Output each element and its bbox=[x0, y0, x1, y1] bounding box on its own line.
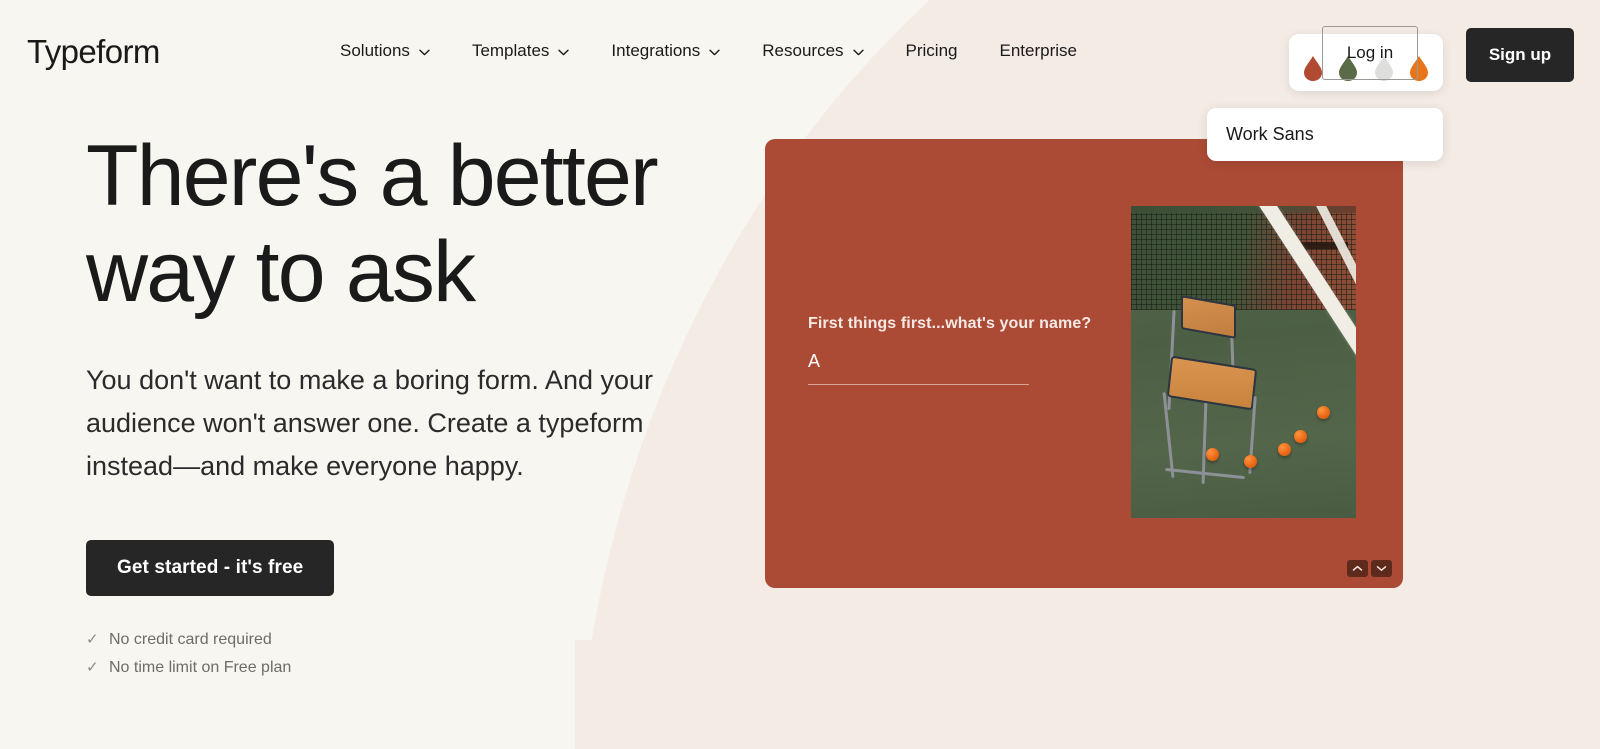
signup-button[interactable]: Sign up bbox=[1466, 28, 1574, 82]
page-root: Typeform Solutions Templates Integration… bbox=[0, 0, 1600, 749]
font-name-label: Work Sans bbox=[1226, 124, 1314, 144]
chevron-down-icon bbox=[709, 49, 720, 56]
preview-nav-down-button[interactable] bbox=[1371, 560, 1392, 577]
tennis-ball bbox=[1278, 443, 1291, 456]
get-started-button[interactable]: Get started - it's free bbox=[86, 540, 335, 596]
top-navigation-bar: Typeform Solutions Templates Integration… bbox=[0, 0, 1600, 161]
preview-navigation-controls bbox=[1347, 560, 1392, 577]
tennis-court-photo bbox=[1131, 206, 1356, 518]
nav-item-label: Resources bbox=[762, 41, 844, 60]
check-icon: ✓ bbox=[86, 659, 99, 676]
nav-item-label: Solutions bbox=[340, 41, 410, 60]
list-item: ✓ No credit card required bbox=[86, 626, 726, 654]
color-droplet-rust-icon[interactable] bbox=[1302, 54, 1324, 82]
nav-item-label: Integrations bbox=[611, 41, 701, 60]
preview-answer-underline bbox=[808, 384, 1029, 385]
preview-answer-value: A bbox=[808, 351, 821, 371]
list-item: ✓ No time limit on Free plan bbox=[86, 654, 726, 682]
hero-headline: There's a better way to ask bbox=[86, 128, 659, 320]
chevron-up-icon bbox=[1352, 565, 1363, 572]
perks-list: ✓ No credit card required ✓ No time limi… bbox=[86, 626, 726, 682]
chair-seat bbox=[1166, 355, 1258, 411]
nav-item-integrations[interactable]: Integrations bbox=[590, 41, 741, 61]
hero-subheadline: You don't want to make a boring form. An… bbox=[86, 365, 653, 481]
perk-label: No credit card required bbox=[109, 631, 272, 648]
typeform-preview-card: First things first...what's your name? A bbox=[765, 139, 1403, 588]
preview-nav-up-button[interactable] bbox=[1347, 560, 1368, 577]
nav-item-enterprise[interactable]: Enterprise bbox=[979, 41, 1098, 61]
font-name-tooltip: Work Sans bbox=[1207, 108, 1443, 161]
chevron-down-icon bbox=[558, 49, 570, 56]
folding-chair bbox=[1159, 295, 1281, 486]
nav-item-solutions[interactable]: Solutions bbox=[340, 41, 451, 61]
nav-links-group: Solutions Templates Integrations Resourc… bbox=[340, 41, 1098, 61]
nav-item-templates[interactable]: Templates bbox=[451, 41, 590, 61]
chevron-down-icon bbox=[1376, 565, 1387, 572]
chevron-down-icon bbox=[852, 49, 864, 56]
background-curve-fill bbox=[575, 640, 1600, 749]
hero-left-column: There's a better way to ask You don't wa… bbox=[86, 128, 726, 682]
nav-item-label: Templates bbox=[471, 41, 550, 60]
nav-item-label: Enterprise bbox=[999, 41, 1077, 60]
nav-item-resources[interactable]: Resources bbox=[741, 41, 884, 61]
chevron-down-icon bbox=[419, 49, 430, 56]
check-icon: ✓ bbox=[86, 631, 99, 648]
tennis-ball bbox=[1244, 455, 1257, 468]
preview-question-text: First things first...what's your name? bbox=[808, 315, 1092, 332]
tennis-ball bbox=[1294, 430, 1307, 443]
tennis-ball bbox=[1206, 448, 1219, 461]
nav-item-label: Pricing bbox=[905, 41, 958, 60]
typeform-logo[interactable]: Typeform bbox=[27, 33, 160, 71]
chair-backrest bbox=[1181, 295, 1236, 339]
preview-answer-field[interactable]: A bbox=[808, 351, 1029, 385]
tennis-ball bbox=[1317, 406, 1330, 419]
login-button[interactable]: Log in bbox=[1322, 26, 1418, 80]
perk-label: No time limit on Free plan bbox=[109, 659, 292, 676]
nav-item-pricing[interactable]: Pricing bbox=[885, 41, 979, 61]
